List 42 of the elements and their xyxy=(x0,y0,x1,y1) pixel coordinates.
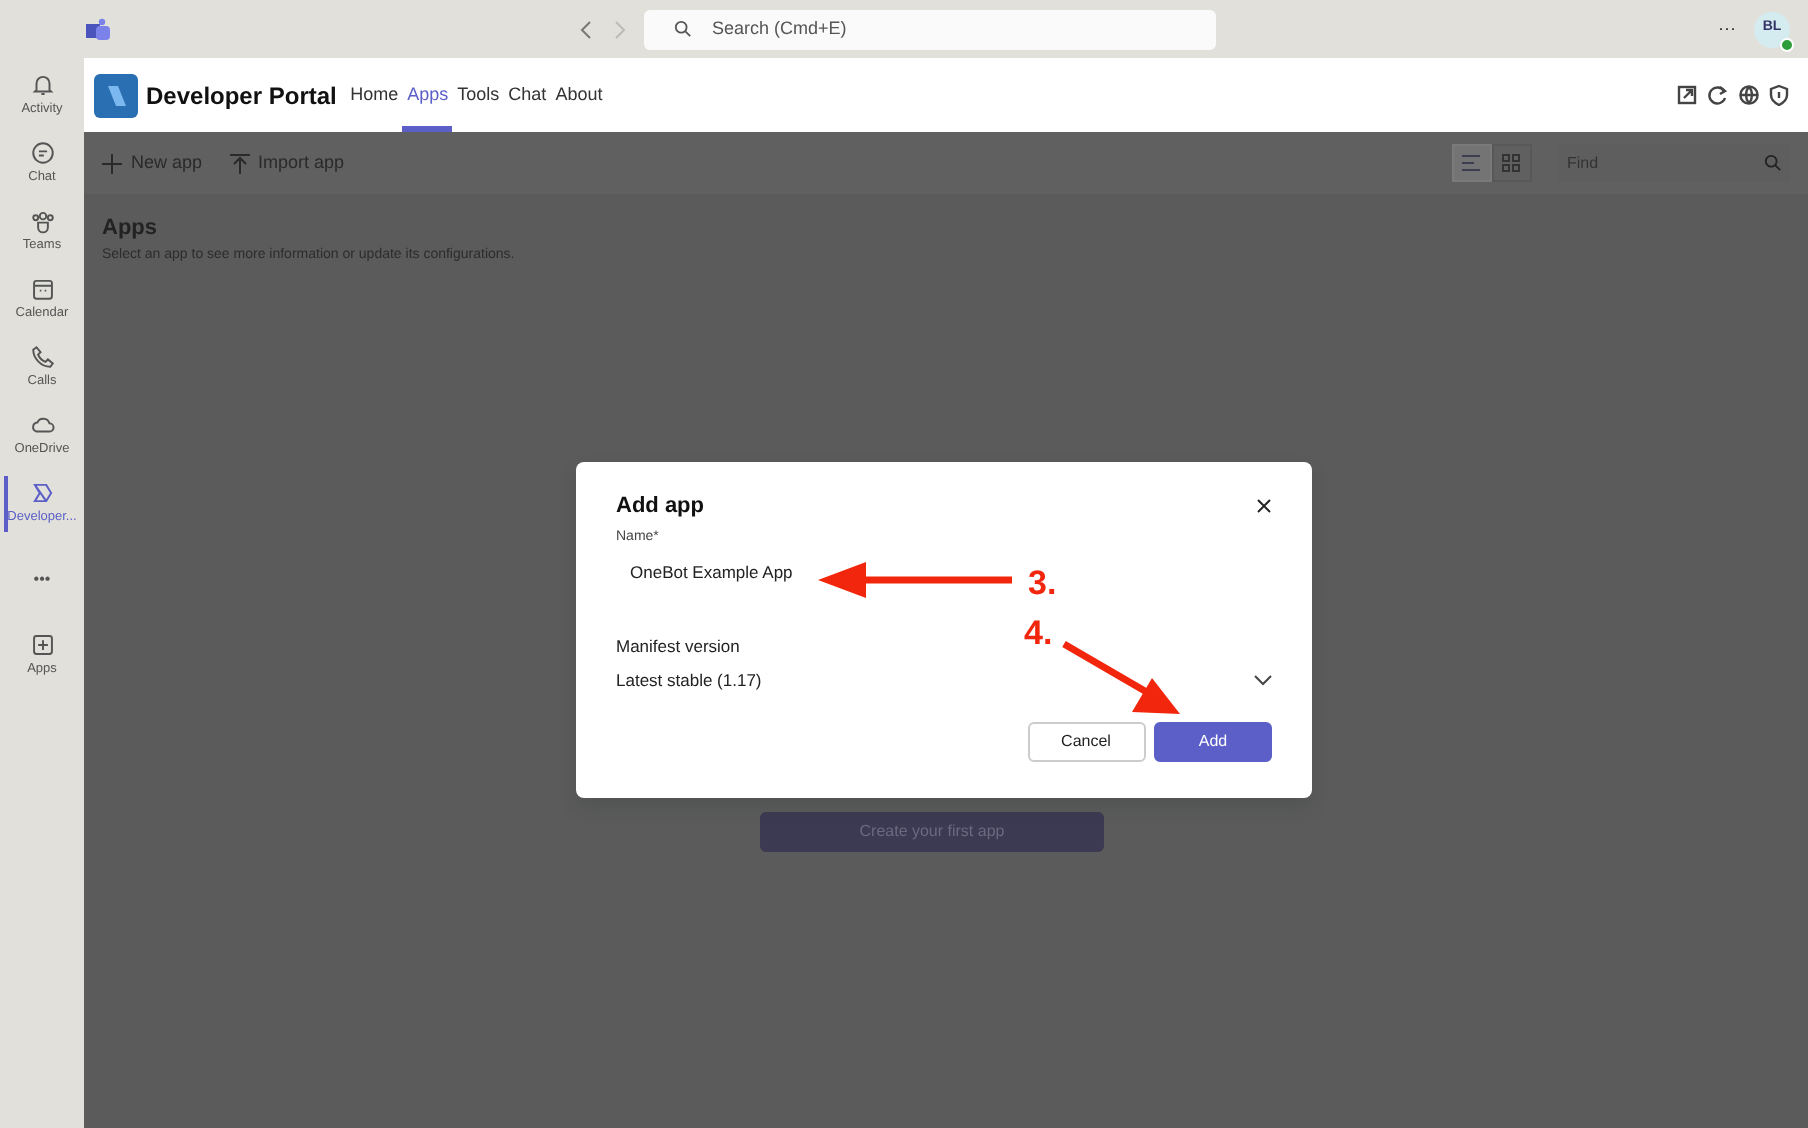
plus-square-icon xyxy=(29,632,55,659)
list-view-button[interactable] xyxy=(1451,144,1491,182)
upload-icon xyxy=(229,153,250,173)
app-title: Developer Portal xyxy=(146,79,337,113)
annotation-arrow xyxy=(1062,640,1180,714)
bell-icon xyxy=(29,72,55,99)
annotation-number: 4. xyxy=(1024,616,1053,650)
search-icon xyxy=(1763,154,1781,172)
page-heading: Apps xyxy=(102,214,159,244)
plus-icon xyxy=(102,153,122,173)
shield-icon[interactable] xyxy=(1768,84,1790,106)
popout-icon[interactable] xyxy=(1675,84,1697,106)
teams-logo-icon xyxy=(86,17,110,41)
add-button[interactable]: Add xyxy=(1154,721,1272,762)
nav-tab[interactable]: Chat xyxy=(503,58,551,132)
search-field[interactable]: Search (Cmd+E) xyxy=(644,9,1216,49)
people-icon xyxy=(29,208,55,235)
app-logo-icon xyxy=(93,73,137,117)
sidebar-item[interactable]: ••• xyxy=(0,538,84,623)
cancel-button[interactable]: Cancel xyxy=(1027,721,1145,762)
back-icon[interactable] xyxy=(580,19,594,39)
list-icon xyxy=(1462,154,1480,172)
refresh-icon[interactable] xyxy=(1706,84,1728,106)
nav-tab[interactable]: Apps xyxy=(402,58,453,132)
chevron-down-icon xyxy=(1254,674,1272,687)
close-icon[interactable] xyxy=(1256,498,1272,515)
annotation-number: 3. xyxy=(1028,566,1057,600)
phone-icon xyxy=(29,344,55,371)
manifest-dropdown[interactable]: Latest stable (1.17) xyxy=(616,667,1272,694)
portal-logo-icon xyxy=(29,480,55,507)
nav-tab[interactable]: Home xyxy=(345,58,403,132)
nav-tab[interactable]: Tools xyxy=(452,58,504,132)
grid-view-button[interactable] xyxy=(1491,144,1531,182)
dialog-title: Add app xyxy=(616,492,704,522)
search-icon xyxy=(674,20,692,38)
grid-icon xyxy=(1502,154,1520,172)
nav-tab[interactable]: About xyxy=(550,58,607,132)
more-options-button[interactable]: ··· xyxy=(1718,15,1736,43)
globe-icon[interactable] xyxy=(1737,84,1759,106)
field-label: Manifest version xyxy=(616,636,740,656)
chat-bubble-icon xyxy=(29,140,55,167)
calendar-icon xyxy=(29,276,55,303)
